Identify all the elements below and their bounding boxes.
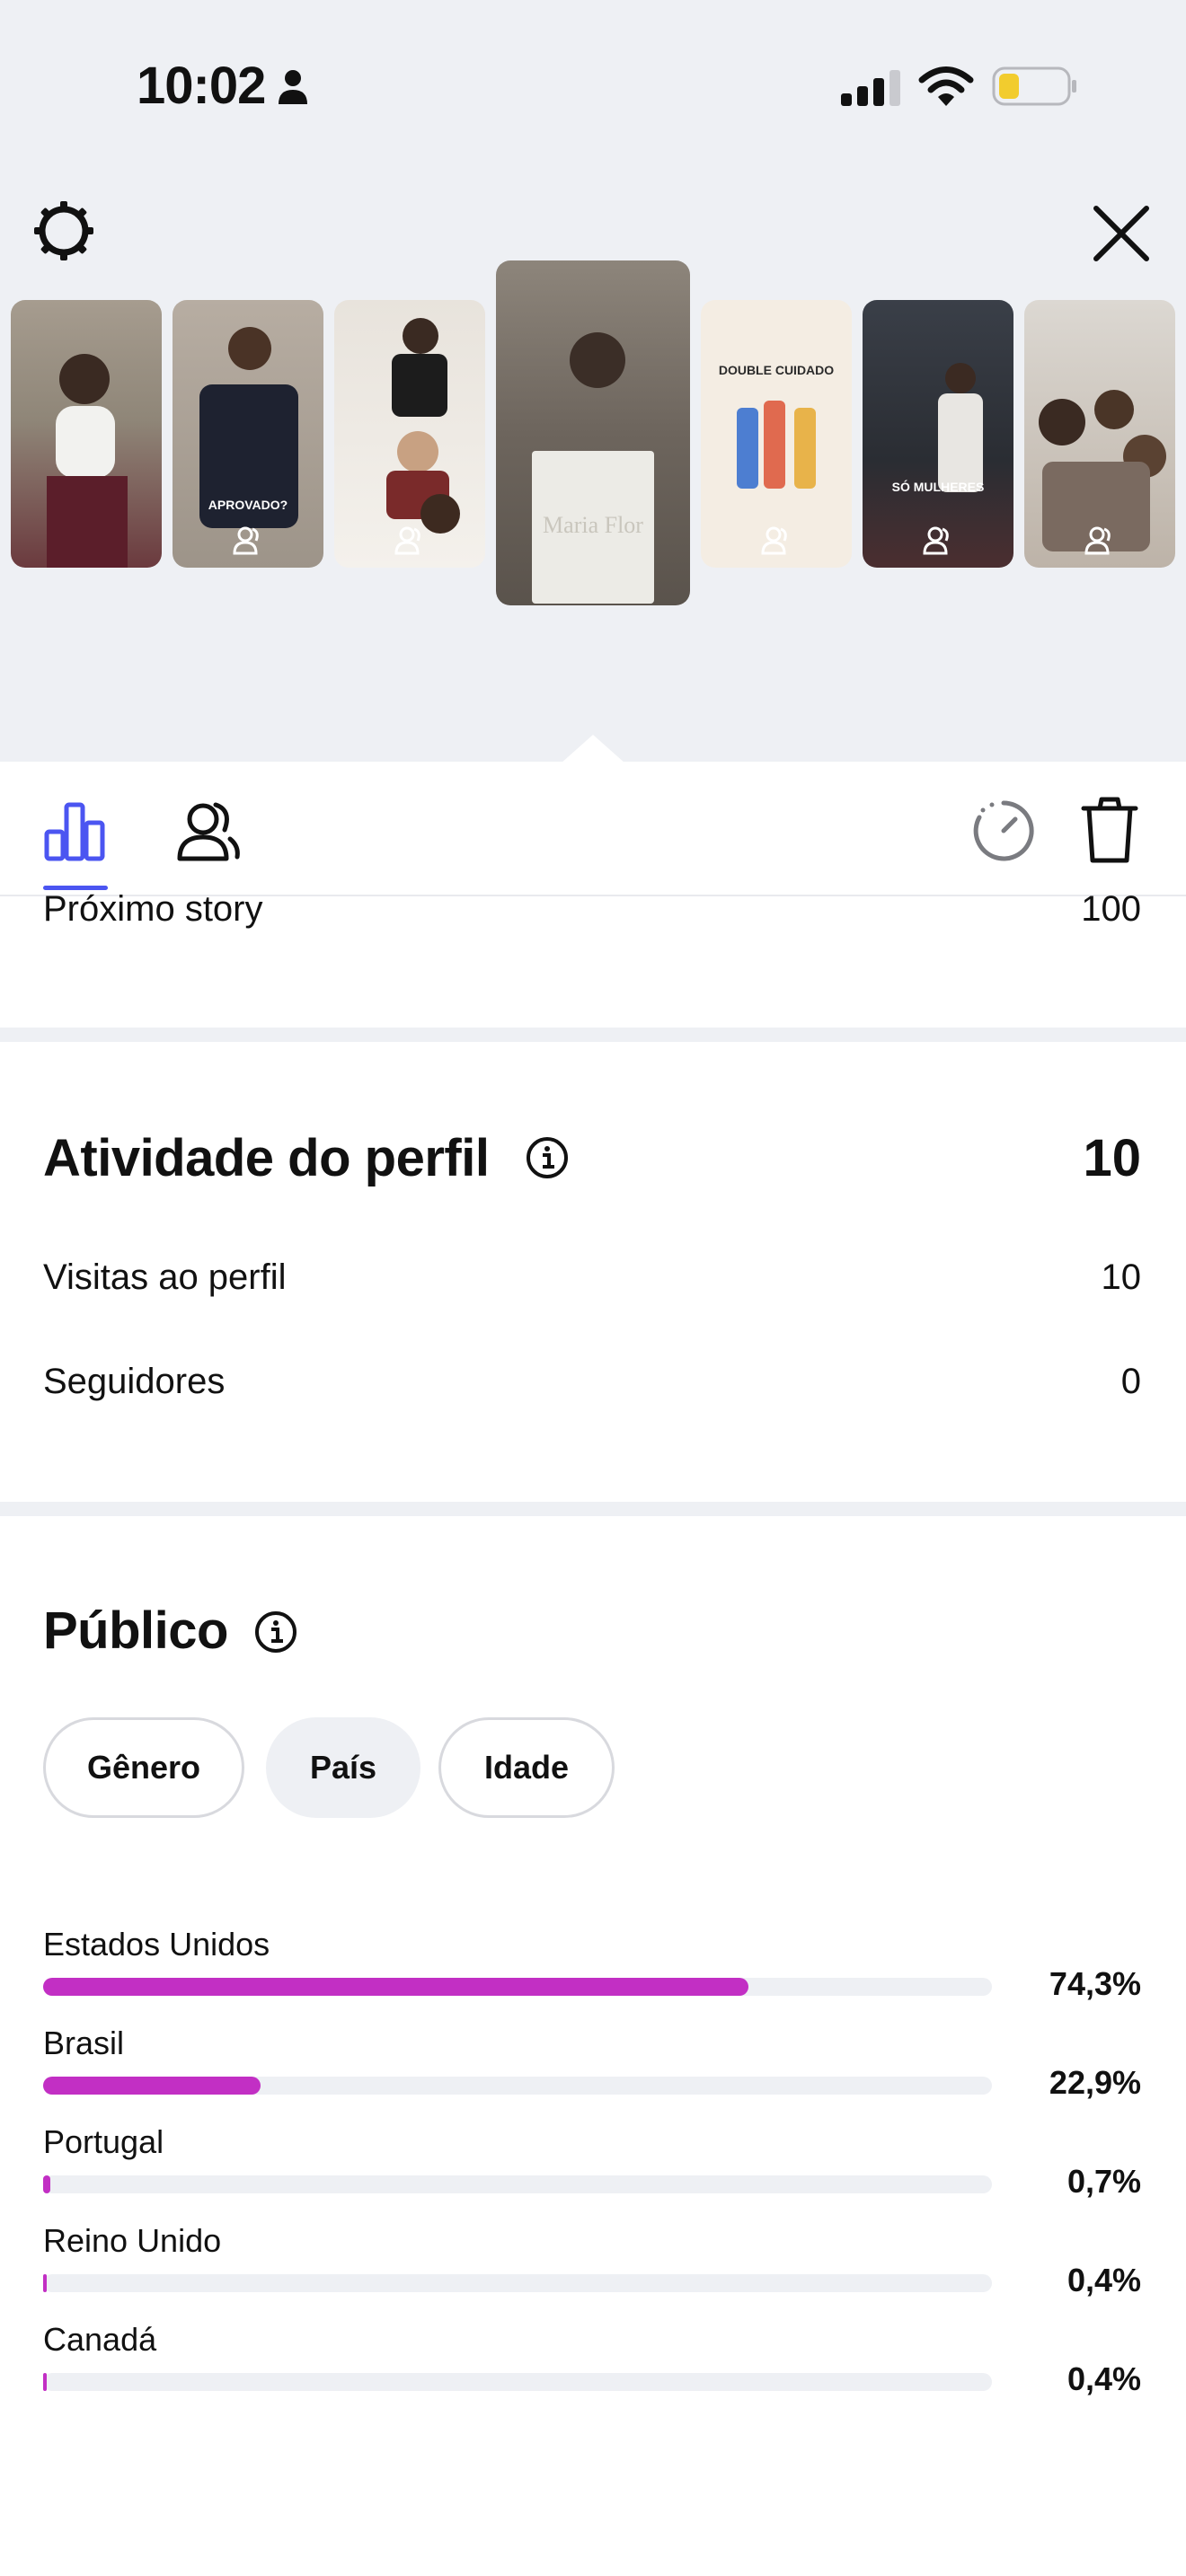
next-story-label: Próximo story	[43, 889, 263, 929]
followers-value: 0	[1120, 1362, 1141, 1401]
trash-icon[interactable]	[1080, 796, 1139, 864]
country-label: Reino Unido	[43, 2222, 222, 2259]
country-label: Estados Unidos	[43, 1926, 270, 1963]
followers-label: Seguidores	[43, 1362, 226, 1401]
country-bar-track	[43, 1978, 992, 1996]
profile-visits-label: Visitas ao perfil	[43, 1257, 287, 1297]
country-label: Canadá	[43, 2321, 157, 2358]
country-bar-track	[43, 2373, 992, 2391]
next-story-value: 100	[1081, 889, 1141, 929]
section-divider	[0, 1502, 1186, 1516]
people-icon	[761, 526, 787, 555]
country-label: Brasil	[43, 2025, 125, 2061]
timer-icon[interactable]	[970, 798, 1037, 864]
story-thumbnail-3[interactable]	[334, 300, 485, 568]
country-bar-fill	[43, 2274, 48, 2292]
country-percent: 0,4%	[1067, 2262, 1141, 2298]
story-thumbnail-5[interactable]: DOUBLE CUIDADO	[701, 300, 852, 568]
country-bar-track	[43, 2274, 992, 2292]
country-label: Portugal	[43, 2123, 164, 2160]
cellular-signal-icon	[841, 70, 900, 106]
story-thumbnail-7[interactable]	[1024, 300, 1175, 568]
battery-icon	[992, 66, 1076, 106]
country-percent: 74,3%	[1049, 1965, 1141, 2002]
story-thumbnail-4-caption: Maria Flor	[543, 512, 643, 538]
country-percent: 22,9%	[1049, 2064, 1141, 2101]
profile-activity-title: Atividade do perfil	[43, 1129, 490, 1187]
section-divider	[0, 1028, 1186, 1042]
country-bar-fill	[43, 2373, 48, 2391]
story-thumbnail-6[interactable]: SÓ MULHERES	[863, 300, 1013, 568]
story-thumbnail-1[interactable]	[11, 300, 162, 568]
wifi-icon	[918, 66, 974, 106]
people-icon	[1084, 526, 1111, 555]
country-bar-fill	[43, 1978, 748, 1996]
country-percent: 0,4%	[1067, 2360, 1141, 2397]
country-bar-track	[43, 2077, 992, 2095]
story-thumbnail-5-caption: DOUBLE CUIDADO	[718, 363, 835, 377]
person-status-icon	[279, 70, 307, 104]
profile-activity-total: 10	[1083, 1129, 1141, 1187]
story-thumbnail-6-caption: SÓ MULHERES	[891, 480, 985, 494]
people-icon	[394, 526, 420, 555]
people-icon[interactable]	[176, 799, 241, 862]
filter-chip-country[interactable]: País	[266, 1717, 420, 1818]
people-icon	[923, 526, 949, 555]
filter-chip-age[interactable]: Idade	[438, 1717, 615, 1818]
story-thumbnail-2[interactable]: APROVADO?	[173, 300, 323, 568]
filter-chip-gender[interactable]: Gênero	[43, 1717, 244, 1818]
audience-title: Público	[43, 1601, 228, 1660]
profile-visits-value: 10	[1101, 1257, 1142, 1297]
country-bar-fill	[43, 2175, 50, 2193]
info-icon[interactable]	[253, 1610, 298, 1654]
country-bar-track	[43, 2175, 992, 2193]
insights-bar-chart-icon[interactable]	[43, 799, 106, 862]
close-icon[interactable]	[1091, 203, 1152, 264]
status-time: 10:02	[137, 57, 266, 115]
selection-caret	[561, 735, 625, 763]
info-icon[interactable]	[525, 1135, 570, 1180]
story-thumbnail-4-selected[interactable]: Maria Flor	[496, 260, 690, 605]
story-thumbnail-2-caption: APROVADO?	[208, 498, 288, 512]
gear-icon[interactable]	[32, 199, 95, 262]
people-icon	[233, 526, 259, 555]
country-percent: 0,7%	[1067, 2163, 1141, 2200]
country-bar-fill	[43, 2077, 261, 2095]
